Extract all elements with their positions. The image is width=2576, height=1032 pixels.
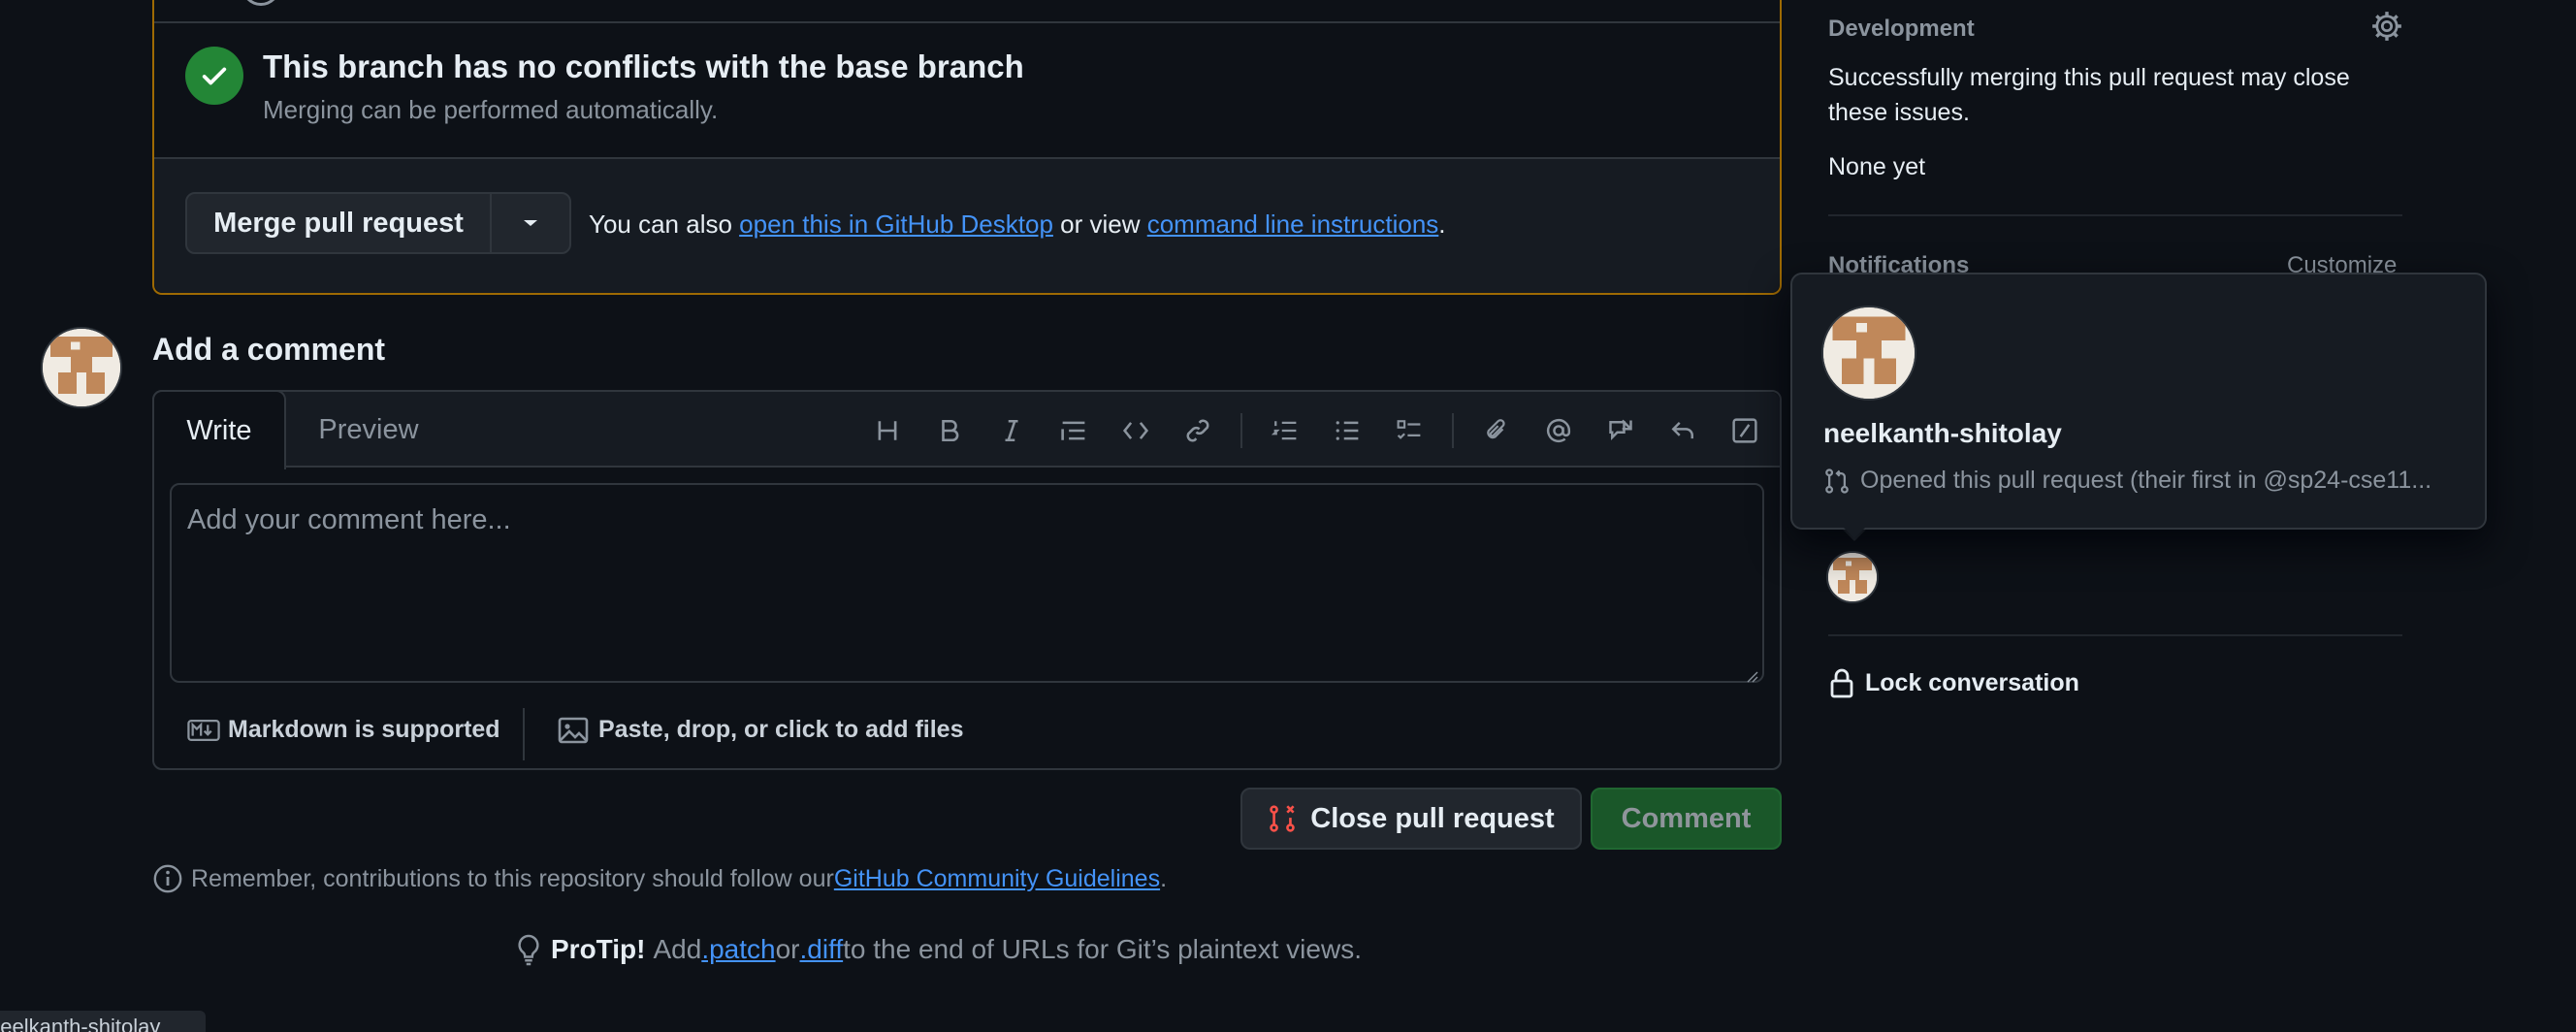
merge-status-subtitle: Merging can be performed automatically. (263, 95, 719, 124)
git-pull-request-closed-icon (1270, 805, 1296, 832)
numbered-list-icon[interactable] (1264, 409, 1306, 452)
add-files-button[interactable]: Paste, drop, or click to add files (558, 716, 964, 744)
merge-pull-request-button[interactable]: Merge pull request (187, 194, 492, 252)
protip: ProTip! Add .patch or .diff to the end o… (514, 933, 1362, 966)
image-icon (558, 717, 589, 743)
lock-conversation-label: Lock conversation (1865, 668, 2079, 696)
hovercard-arrow-inner (1843, 527, 1866, 538)
merge-button-group: Merge pull request (185, 192, 571, 254)
protip-text-a: Add (653, 934, 702, 964)
development-none: None yet (1828, 153, 1926, 180)
participant-avatar[interactable] (1826, 551, 1879, 603)
mention-icon[interactable] (1537, 409, 1580, 452)
comment-footer: Markdown is supported Paste, drop, or cl… (154, 698, 1780, 770)
link-icon[interactable] (1176, 409, 1219, 452)
bold-icon[interactable] (928, 409, 971, 452)
comment-submit-button[interactable]: Comment (1591, 788, 1782, 850)
merge-status: This branch has no conflicts with the ba… (154, 23, 1780, 159)
lock-conversation-button[interactable]: Lock conversation (1828, 667, 2079, 698)
check-icon (185, 47, 243, 105)
protip-label: ProTip! (551, 934, 646, 964)
link-status-bar: neelkanth-shitolay (0, 1011, 206, 1032)
toolbar-divider (1452, 413, 1454, 448)
guidelines-prefix: Remember, contributions to this reposito… (191, 864, 834, 892)
merge-hint: You can also open this in GitHub Desktop… (589, 210, 1446, 240)
merge-hint-middle: or view (1052, 210, 1147, 239)
add-files-label: Paste, drop, or click to add files (598, 716, 964, 743)
merge-options-dropdown[interactable] (492, 194, 569, 252)
merge-box: This branch has no conflicts with the ba… (152, 0, 1782, 295)
patch-link[interactable]: .patch (701, 934, 775, 965)
comment-tabs: Write Preview (152, 390, 1780, 469)
hovercard-username[interactable]: neelkanth-shitolay (1823, 418, 2062, 449)
merge-actions: Merge pull request You can also open thi… (154, 159, 1780, 293)
code-icon[interactable] (1114, 409, 1157, 452)
command-line-link[interactable]: command line instructions (1147, 210, 1439, 239)
slash-commands-icon[interactable] (1723, 409, 1766, 452)
development-heading: Development (1828, 16, 1975, 42)
guidelines-suffix: . (1160, 864, 1168, 892)
protip-text-b: or (775, 934, 800, 964)
close-pull-request-button[interactable]: Close pull request (1240, 788, 1582, 850)
chevron-down-icon (524, 220, 537, 226)
comment-box: Write Preview Add your comment here... M… (152, 390, 1782, 770)
heading-icon[interactable] (866, 409, 909, 452)
protip-text-c: to the end of URLs for Git’s plaintext v… (843, 934, 1362, 964)
markdown-note-label: Markdown is supported (228, 716, 500, 743)
guidelines-note: Remember, contributions to this reposito… (152, 863, 1167, 894)
reference-icon[interactable] (1599, 409, 1642, 452)
open-desktop-link[interactable]: open this in GitHub Desktop (739, 210, 1053, 239)
hovercard-description-text: Opened this pull request (their first in… (1860, 467, 2432, 494)
hovercard-avatar[interactable] (1821, 306, 1916, 401)
italic-icon[interactable] (990, 409, 1033, 452)
attach-icon[interactable] (1475, 409, 1518, 452)
avatar[interactable] (41, 327, 122, 408)
merge-status-title: This branch has no conflicts with the ba… (263, 48, 1024, 84)
comment-textarea[interactable] (170, 483, 1764, 683)
sidebar-divider (1828, 634, 2402, 636)
resize-handle-icon[interactable] (1745, 669, 1758, 688)
gear-icon[interactable] (2370, 10, 2403, 48)
link-status-text: neelkanth-shitolay (0, 1015, 161, 1032)
footer-divider (523, 708, 525, 760)
user-hovercard: neelkanth-shitolay Opened this pull requ… (1790, 273, 2487, 530)
merge-hint-prefix: You can also (589, 210, 740, 239)
sidebar-divider (1828, 214, 2402, 216)
light-bulb-icon (518, 934, 539, 966)
tab-preview[interactable]: Preview (286, 392, 451, 468)
markdown-note[interactable]: Markdown is supported (187, 716, 500, 744)
info-icon (153, 864, 182, 893)
tab-write[interactable]: Write (152, 390, 286, 469)
git-pull-request-icon (1825, 468, 1849, 494)
development-text: Successfully merging this pull request m… (1828, 64, 2350, 126)
reply-icon[interactable] (1661, 409, 1704, 452)
task-list-icon[interactable] (1388, 409, 1431, 452)
checks-strip (154, 0, 1780, 23)
bullet-list-icon[interactable] (1326, 409, 1368, 452)
quote-icon[interactable] (1052, 409, 1095, 452)
markdown-icon (187, 719, 220, 741)
close-pull-request-label: Close pull request (1310, 802, 1555, 834)
toolbar-divider (1240, 413, 1242, 448)
hovercard-description: Opened this pull request (their first in… (1823, 467, 2431, 495)
diff-link[interactable]: .diff (800, 934, 844, 965)
lock-icon (1830, 668, 1853, 698)
community-guidelines-link[interactable]: GitHub Community Guidelines (834, 865, 1160, 893)
checks-icon (242, 0, 280, 6)
merge-hint-suffix: . (1438, 210, 1446, 239)
add-comment-heading: Add a comment (152, 332, 386, 367)
markdown-toolbar (847, 409, 1766, 452)
